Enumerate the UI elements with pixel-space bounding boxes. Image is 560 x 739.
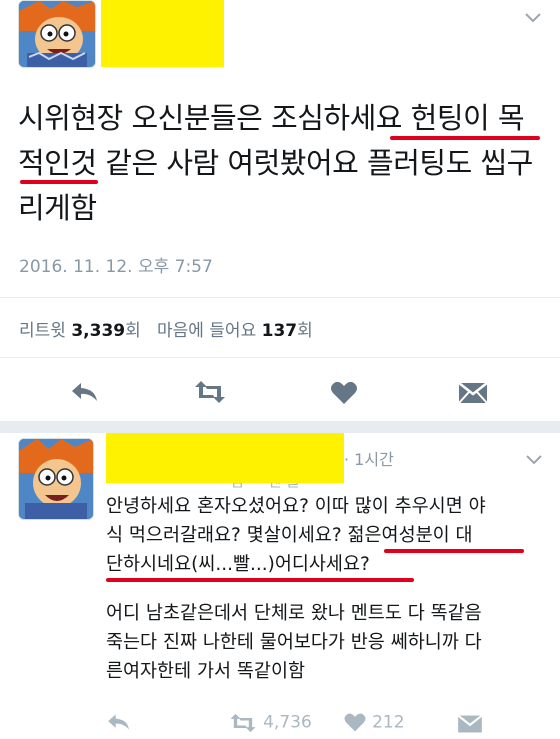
retweet-stat[interactable]: 4,736 [228, 712, 312, 733]
tweet-stats: 리트윗 3,339회 마음에 들어요 137회 [19, 316, 313, 341]
section-divider [0, 421, 560, 433]
reply-author-avatar[interactable] [18, 438, 94, 520]
avatar-cartoon-image [19, 439, 93, 519]
heart-icon [344, 713, 366, 732]
envelope-icon[interactable] [458, 380, 488, 410]
tweet-text: 시위현장 오신분들은 조심하세요 헌팅이 목 적인것 같은 사람 여럿봤어요 플… [18, 96, 548, 231]
tweet-timestamp[interactable]: 2016. 11. 12. 오후 7:57 [19, 252, 213, 277]
reply-text: 안녕하세요 혼자오셨어요? 이따 많이 추우시면 야 식 먹으러갈래요? 몇살이… [106, 492, 551, 686]
retweet-stat[interactable]: 리트윗 3,339회 [19, 321, 146, 341]
tweet-text-line: 적인것 같은 사람 여럿봤어요 플러팅도 씹구 [18, 146, 533, 180]
reply-like-count: 212 [372, 712, 405, 733]
retweet-icon [230, 713, 256, 732]
like-stat[interactable]: 마음에 들어요 137회 [157, 321, 313, 341]
like-label: 마음에 들어요 [156, 321, 257, 341]
divider [0, 297, 560, 298]
reply-text-line: 죽는다 진짜 나한테 물어보다가 반응 쎄하니까 다 [106, 632, 482, 653]
divider [0, 357, 560, 358]
highlight-underline [390, 136, 540, 140]
envelope-icon[interactable] [457, 713, 483, 739]
retweet-label: 리트윗 [19, 321, 66, 341]
chevron-down-icon[interactable] [526, 450, 542, 469]
reply-text-line: 식 먹으러갈래요? 몇살이세요? 젊은여성분이 대 [106, 525, 473, 546]
reply-retweet-count: 4,736 [263, 712, 312, 733]
retweet-count: 3,339 [71, 321, 126, 341]
highlight-underline [106, 578, 414, 582]
highlight-underline [384, 549, 524, 553]
tweet-text-line: 리게함 [18, 191, 97, 225]
redacted-author-name [101, 0, 224, 67]
reply-text-line: 어디 남초같은데서 단체로 왔나 멘트도 다 똑같음 [106, 603, 482, 624]
retweet-unit: 회 [125, 321, 141, 341]
like-unit: 회 [297, 321, 313, 341]
reply-icon[interactable] [70, 380, 100, 408]
author-avatar[interactable] [18, 0, 96, 68]
like-stat[interactable]: 212 [343, 712, 405, 733]
reply-icon[interactable] [106, 712, 132, 736]
reply-text-line: 안녕하세요 혼자오셨어요? 이따 많이 추우시면 야 [106, 496, 486, 517]
reply-time: · 1시간 [344, 450, 394, 469]
chevron-down-icon[interactable] [525, 8, 541, 27]
avatar-cartoon-image [19, 1, 95, 67]
like-count: 137 [261, 321, 298, 341]
highlight-underline [20, 180, 98, 184]
tweet-text-line: 시위현장 오신분들은 조심하세요 헌팅이 목 [18, 101, 525, 135]
reply-text-line: 단하시네요(씨...빨...)어디사세요? [106, 554, 370, 575]
heart-icon[interactable] [330, 380, 358, 410]
retweet-icon[interactable] [193, 380, 227, 408]
redacted-reply-author [106, 433, 344, 483]
reply-text-line: 른여자한테 가서 똑같이함 [106, 661, 305, 682]
